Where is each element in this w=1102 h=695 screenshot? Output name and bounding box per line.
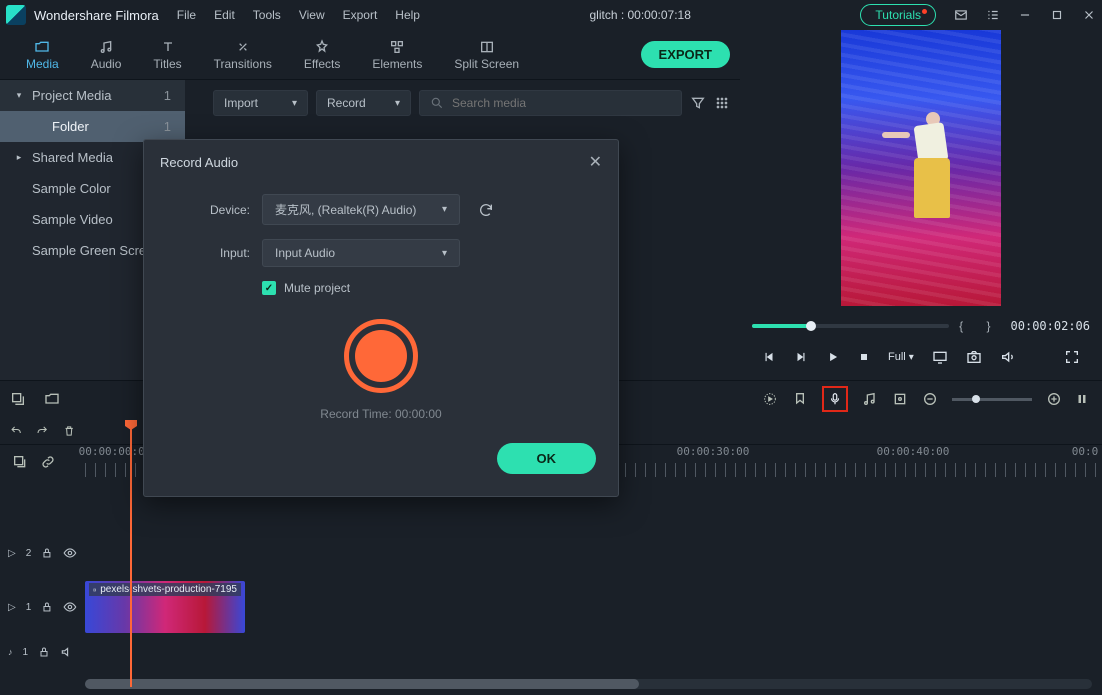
marker-icon[interactable] [792, 391, 808, 407]
film-icon [93, 585, 96, 595]
tab-media[interactable]: Media [10, 33, 75, 77]
mute-project-label: Mute project [284, 281, 350, 295]
menu-help[interactable]: Help [395, 8, 420, 22]
maximize-icon[interactable] [1050, 8, 1064, 22]
top-tabs: Media Audio Titles Transitions Effects E… [0, 30, 740, 80]
zoom-fit-icon[interactable] [1076, 391, 1088, 407]
record-dropdown[interactable]: Record▾ [316, 90, 411, 116]
lock-icon[interactable] [38, 646, 50, 658]
quality-dropdown[interactable]: Full ▾ [888, 351, 914, 363]
next-frame-button[interactable] [794, 350, 808, 364]
stop-button[interactable] [858, 351, 870, 363]
audio-mixer-icon[interactable] [862, 391, 878, 407]
menu-export[interactable]: Export [343, 8, 378, 22]
eye-icon[interactable] [63, 600, 77, 614]
mark-braces[interactable]: { } [959, 319, 1000, 333]
voiceover-button[interactable] [822, 386, 848, 412]
tutorials-button[interactable]: Tutorials [860, 4, 936, 26]
zoom-slider[interactable] [952, 398, 1032, 401]
lock-icon[interactable] [41, 601, 53, 613]
menu-file[interactable]: File [177, 8, 196, 22]
preview-panel: { } 00:00:02:06 Full ▾ [740, 30, 1102, 380]
zoom-in-icon[interactable] [1046, 391, 1062, 407]
display-icon[interactable] [932, 349, 948, 365]
tab-effects[interactable]: Effects [288, 33, 356, 77]
play-button[interactable] [826, 350, 840, 364]
export-button[interactable]: EXPORT [641, 41, 730, 68]
sidebar-item-folder[interactable]: Folder1 [0, 111, 185, 142]
ok-button[interactable]: OK [497, 443, 597, 474]
add-assets-icon[interactable] [10, 391, 26, 407]
close-icon[interactable] [1082, 8, 1096, 22]
checklist-icon[interactable] [986, 8, 1000, 22]
snapshot-icon[interactable] [966, 349, 982, 365]
eye-icon[interactable] [63, 546, 77, 560]
volume-icon[interactable] [1000, 349, 1016, 365]
redo-icon[interactable] [36, 423, 48, 439]
tab-splitscreen[interactable]: Split Screen [438, 33, 535, 77]
device-label: Device: [168, 203, 250, 217]
zoom-out-icon[interactable] [922, 391, 938, 407]
timeline-clip[interactable]: pexels-shvets-production-7195 [85, 581, 245, 633]
dialog-close-button[interactable]: ✕ [589, 152, 602, 172]
input-select[interactable]: Input Audio▾ [262, 239, 460, 267]
refresh-devices-button[interactable] [472, 196, 500, 224]
mail-icon[interactable] [954, 8, 968, 22]
preview-seek-slider[interactable] [752, 324, 949, 328]
menu-tools[interactable]: Tools [253, 8, 281, 22]
record-time-label: Record Time: 00:00:00 [168, 407, 594, 421]
undo-icon[interactable] [10, 423, 22, 439]
fullscreen-icon[interactable] [1064, 349, 1080, 365]
crop-icon[interactable] [892, 391, 908, 407]
project-title: glitch : 00:00:07:18 [420, 8, 860, 22]
link-icon[interactable] [40, 454, 56, 470]
track-audio-1[interactable]: ♪1 [0, 637, 1102, 667]
prev-frame-button[interactable] [762, 350, 776, 364]
preview-viewport[interactable] [841, 30, 1001, 306]
tab-titles[interactable]: Titles [137, 33, 197, 77]
tab-audio[interactable]: Audio [75, 33, 138, 77]
tab-transitions[interactable]: Transitions [198, 33, 288, 77]
new-folder-icon[interactable] [44, 391, 60, 407]
device-select[interactable]: 麦克风, (Realtek(R) Audio)▾ [262, 194, 460, 225]
tab-elements[interactable]: Elements [356, 33, 438, 77]
mute-icon[interactable] [60, 645, 74, 659]
track-manage-icon[interactable] [12, 454, 28, 470]
sidebar-item-project-media[interactable]: ▾Project Media1 [0, 80, 185, 111]
app-logo-icon [6, 5, 26, 25]
playhead[interactable] [130, 426, 132, 687]
clip-name: pexels-shvets-production-7195 [100, 584, 237, 595]
record-button[interactable] [344, 319, 418, 393]
menu-edit[interactable]: Edit [214, 8, 235, 22]
menu-view[interactable]: View [299, 8, 325, 22]
track-video-1[interactable]: ▷1 pexels-shvets-production-7195 [0, 577, 1102, 637]
import-dropdown[interactable]: Import▾ [213, 90, 308, 116]
search-media-input[interactable] [419, 90, 682, 116]
mute-project-checkbox[interactable]: ✓ [262, 281, 276, 295]
dialog-title: Record Audio [160, 155, 238, 170]
app-name: Wondershare Filmora [34, 8, 159, 23]
timeline-scrollbar[interactable] [85, 679, 1092, 689]
delete-icon[interactable] [63, 423, 75, 439]
filter-icon[interactable] [690, 95, 706, 111]
preview-time: 00:00:02:06 [1011, 319, 1090, 333]
lock-icon[interactable] [41, 547, 53, 559]
search-icon [430, 96, 444, 110]
track-video-2[interactable]: ▷2 [0, 529, 1102, 577]
render-icon[interactable] [762, 391, 778, 407]
menubar: File Edit Tools View Export Help [177, 8, 420, 22]
input-label: Input: [168, 246, 250, 260]
grid-view-icon[interactable] [714, 95, 730, 111]
record-audio-dialog: Record Audio ✕ Device: 麦克风, (Realtek(R) … [143, 139, 619, 497]
minimize-icon[interactable] [1018, 8, 1032, 22]
titlebar: Wondershare Filmora File Edit Tools View… [0, 0, 1102, 30]
